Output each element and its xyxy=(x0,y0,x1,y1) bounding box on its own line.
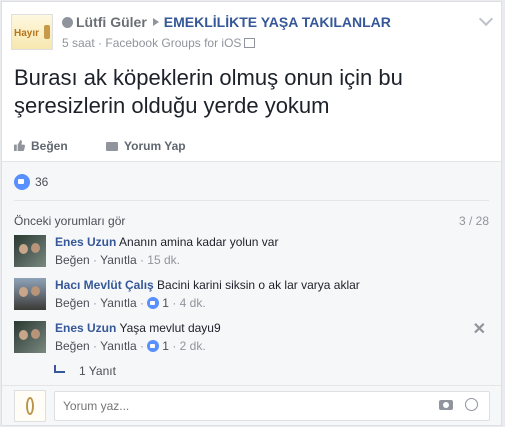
comment-reply-button[interactable]: Yanıtla xyxy=(100,253,136,267)
author-avatar-icon xyxy=(62,17,73,28)
like-reaction-icon xyxy=(147,340,160,352)
post-card: Hayır Lütfi Güler EMEKLİLİKTE YAŞA TAKILA… xyxy=(1,1,502,426)
avatar[interactable] xyxy=(14,321,46,353)
comment-reply-button[interactable]: Yanıtla xyxy=(100,339,136,353)
group-privacy-icon xyxy=(244,38,256,48)
post-text: Burası ak köpeklerin olmuş onun için bu … xyxy=(14,65,403,118)
post-meta: 5 saat · Facebook Groups for iOS xyxy=(62,36,256,50)
comment-bubble-icon xyxy=(106,142,118,151)
author-name[interactable]: Lütfi Güler xyxy=(76,14,147,30)
comment-button[interactable]: Yorum Yap xyxy=(106,139,186,153)
camera-icon[interactable] xyxy=(439,400,453,410)
comment-author[interactable]: Enes Uzun xyxy=(55,321,116,335)
close-icon[interactable]: ✕ xyxy=(473,319,486,339)
comment-reply-button[interactable]: Yanıtla xyxy=(100,296,136,310)
comment-like-button[interactable]: Beğen xyxy=(55,253,90,267)
like-label: Beğen xyxy=(31,139,68,153)
comment-author[interactable]: Enes Uzun xyxy=(55,235,116,249)
comment-author[interactable]: Hacı Mevlüt Çalış xyxy=(55,278,154,292)
post-source: Facebook Groups for iOS xyxy=(105,36,242,50)
arrow-right-icon xyxy=(152,18,159,26)
like-reaction-icon xyxy=(147,297,160,309)
group-avatar-icon[interactable]: Hayır xyxy=(11,14,53,50)
post-header: Lütfi Güler EMEKLİLİKTE YAŞA TAKILANLAR xyxy=(62,14,391,30)
chevron-down-icon[interactable] xyxy=(478,11,494,27)
like-button[interactable]: Beğen xyxy=(14,139,68,153)
previous-comments-link[interactable]: Önceki yorumları gör xyxy=(14,214,125,228)
avatar[interactable] xyxy=(14,235,46,267)
avatar[interactable] xyxy=(14,278,46,310)
view-replies-link[interactable]: 1 Yanıt xyxy=(54,364,116,378)
divider xyxy=(2,385,501,386)
comment-text: Bacini karini siksin o ak lar varya akla… xyxy=(157,278,360,292)
comment-count: 3 / 28 xyxy=(458,214,489,228)
comment-time[interactable]: 15 dk. xyxy=(147,253,180,267)
comment-input[interactable] xyxy=(54,391,490,421)
comment-like-count[interactable]: 1 xyxy=(162,339,169,353)
comment-time[interactable]: 4 dk. xyxy=(180,296,206,310)
like-thumb-icon xyxy=(14,140,25,151)
comment-like-button[interactable]: Beğen xyxy=(55,339,90,353)
like-reaction-icon xyxy=(14,174,30,190)
divider xyxy=(14,200,489,201)
comment-time[interactable]: 2 dk. xyxy=(180,339,206,353)
group-name[interactable]: EMEKLİLİKTE YAŞA TAKILANLAR xyxy=(164,14,391,30)
comment-label: Yorum Yap xyxy=(124,139,186,153)
group-avatar-text: Hayır xyxy=(14,28,40,39)
like-count: 36 xyxy=(35,175,49,189)
reply-arrow-icon xyxy=(54,365,65,373)
post-time[interactable]: 5 saat xyxy=(62,36,95,50)
comment-text: Ananın amina kadar yolun var xyxy=(119,235,279,249)
avatar[interactable] xyxy=(14,390,46,422)
smiley-icon[interactable] xyxy=(465,398,478,411)
comment-like-count[interactable]: 1 xyxy=(162,296,169,310)
comment-text: Yaşa mevlut dayu9 xyxy=(119,321,221,335)
reply-count: 1 Yanıt xyxy=(79,364,116,378)
like-summary[interactable]: 36 xyxy=(14,174,48,190)
comment-like-button[interactable]: Beğen xyxy=(55,296,90,310)
